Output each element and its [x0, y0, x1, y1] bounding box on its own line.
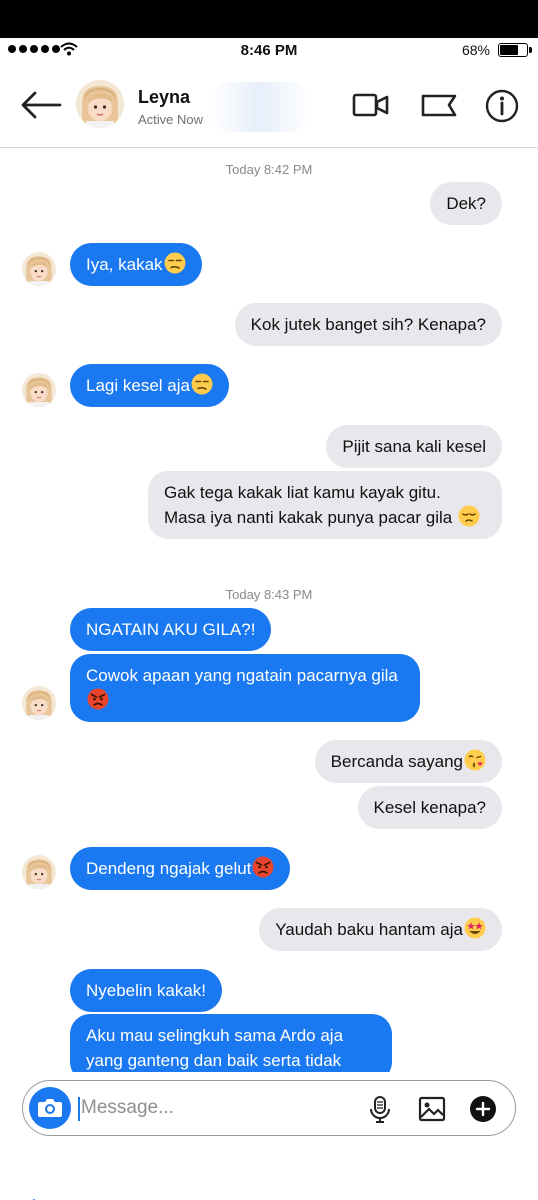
message-bubble-outgoing[interactable]: Kok jutek banget sih? Kenapa?: [234, 303, 502, 346]
timestamp: Today 8:42 PM: [225, 162, 313, 177]
message-text: Aku mau selingkuh sama Ardo aja yang gan…: [86, 1026, 344, 1070]
contact-name[interactable]: Leyna: [138, 87, 190, 108]
top-black-bar: [0, 0, 538, 38]
contact-avatar-small: [22, 686, 56, 720]
unamused-face-icon: [163, 252, 186, 274]
contact-status: Active Now: [138, 112, 204, 127]
camera-button[interactable]: [29, 1087, 71, 1129]
conversation-header: Leyna Active Now: [0, 64, 538, 148]
message-text: Kok jutek banget sih? Kenapa?: [250, 315, 486, 334]
kissing-heart-face-icon: [464, 749, 486, 771]
message-text: Kesel kenapa?: [373, 798, 486, 817]
contact-avatar[interactable]: [76, 80, 124, 128]
message-bubble-outgoing[interactable]: Dek?: [430, 182, 502, 225]
contact-avatar-small: [22, 373, 56, 407]
message-bubble-outgoing[interactable]: Bercanda sayang: [314, 740, 502, 783]
camera-icon: [38, 1099, 62, 1117]
message-input[interactable]: [81, 1093, 351, 1123]
clipped-message-area: Aku mau selingkuh sama Ardo aja yang gan…: [0, 1000, 538, 1072]
message-bubble-incoming[interactable]: Aku mau selingkuh sama Ardo aja yang gan…: [70, 1014, 392, 1072]
unamused-face-icon: [190, 373, 213, 395]
status-bar: 8:46 PM 68%: [0, 38, 538, 64]
message-bubble-outgoing[interactable]: Gak tega kakak liat kamu kayak gitu. Mas…: [148, 471, 502, 539]
battery-percent: 68%: [461, 42, 490, 58]
bottom-edge-marks: [32, 1199, 36, 1200]
text-cursor: [78, 1097, 80, 1121]
pensive-face-icon: [457, 505, 480, 527]
message-text: Dek?: [446, 194, 486, 213]
angry-face-icon: [87, 688, 109, 710]
message-text: Yaudah baku hantam aja: [275, 920, 463, 939]
timestamp: Today 8:43 PM: [225, 587, 313, 602]
blurred-area: [210, 82, 310, 132]
contact-avatar-small: [22, 252, 56, 286]
message-bubble-incoming[interactable]: NGATAIN AKU GILA?!: [70, 608, 272, 651]
message-text: Dendeng ngajak gelut: [86, 859, 252, 878]
bottom-strip: [0, 1190, 538, 1200]
message-bubble-incoming[interactable]: Lagi kesel aja: [70, 364, 229, 407]
plus-icon[interactable]: [468, 1094, 498, 1124]
message-text: NGATAIN AKU GILA?!: [86, 620, 256, 639]
message-bubble-outgoing[interactable]: Pijit sana kali kesel: [326, 425, 502, 468]
microphone-icon[interactable]: [365, 1094, 395, 1124]
message-text: Nyebelin kakak!: [86, 981, 207, 1000]
message-bubble-incoming[interactable]: Iya, kakak: [70, 243, 202, 286]
video-call-icon[interactable]: [352, 88, 390, 124]
message-text: Bercanda sayang: [330, 752, 463, 771]
star-struck-face-icon: [464, 917, 486, 939]
message-text: Iya, kakak: [86, 255, 163, 274]
back-arrow-icon[interactable]: [20, 90, 62, 120]
message-text: Lagi kesel aja: [86, 376, 190, 395]
battery-icon: [498, 43, 532, 57]
flag-icon[interactable]: [420, 88, 458, 124]
message-bubble-incoming[interactable]: Dendeng ngajak gelut: [70, 847, 291, 890]
status-time: 8:46 PM: [240, 42, 298, 59]
message-bubble-outgoing[interactable]: Kesel kenapa?: [357, 786, 502, 829]
contact-avatar-small: [22, 855, 56, 889]
message-text: Gak tega kakak liat kamu kayak gitu. Mas…: [164, 483, 453, 527]
message-text: Cowok apaan yang ngatain pacarnya gila: [86, 666, 398, 685]
message-composer: [22, 1080, 516, 1136]
message-text: Pijit sana kali kesel: [342, 437, 486, 456]
message-bubble-outgoing[interactable]: Yaudah baku hantam aja: [259, 908, 502, 951]
message-bubble-incoming[interactable]: Cowok apaan yang ngatain pacarnya gila: [70, 654, 420, 722]
angry-face-icon: [252, 856, 275, 878]
image-icon[interactable]: [417, 1094, 447, 1124]
info-icon[interactable]: [484, 88, 522, 124]
